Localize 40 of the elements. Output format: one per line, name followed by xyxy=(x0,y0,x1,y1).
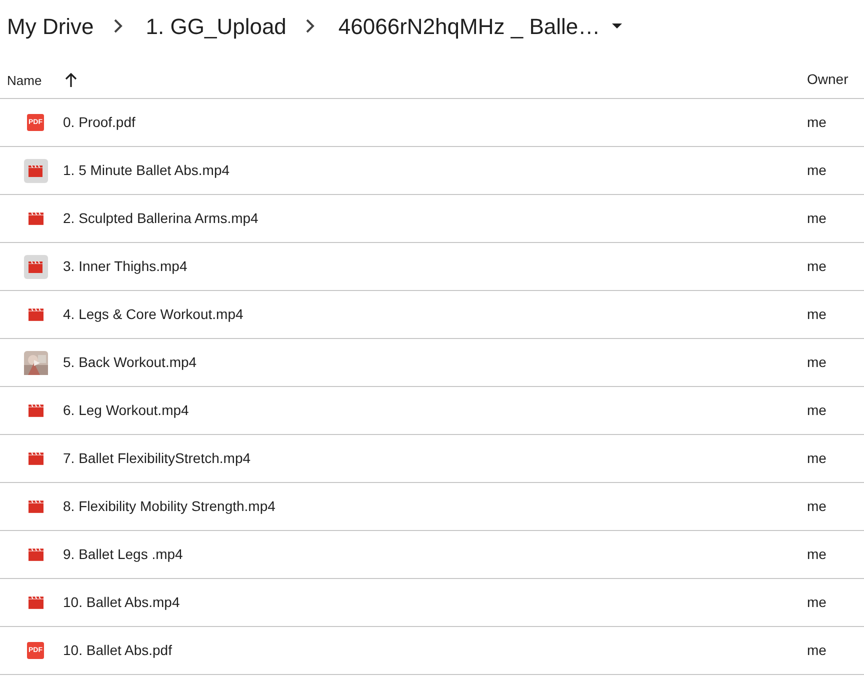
breadcrumb-link[interactable]: 1. GG_Upload xyxy=(146,10,286,42)
owner-text: me xyxy=(807,498,826,514)
file-name[interactable]: 9. Ballet Legs .mp4 xyxy=(63,546,183,562)
owner-text: me xyxy=(807,258,826,274)
breadcrumb-link[interactable]: My Drive xyxy=(7,10,94,42)
owner-text: me xyxy=(807,402,826,418)
owner-text: me xyxy=(807,450,826,466)
sort-up-arrow-icon[interactable] xyxy=(64,73,78,87)
video-thumbnail-icon xyxy=(24,158,48,182)
owner-text: me xyxy=(807,546,826,562)
owner-text: me xyxy=(807,162,826,178)
file-name[interactable]: 0. Proof.pdf xyxy=(63,114,136,130)
file-name[interactable]: 10. Ballet Abs.pdf xyxy=(63,642,172,658)
name-column-header[interactable]: Name xyxy=(7,70,42,90)
file-name[interactable]: 7. Ballet FlexibilityStretch.mp4 xyxy=(63,450,251,466)
owner-text: me xyxy=(807,210,826,226)
owner-text: me xyxy=(807,114,826,130)
file-name[interactable]: 1. 5 Minute Ballet Abs.mp4 xyxy=(63,162,230,178)
owner-column-header: Owner xyxy=(807,70,850,89)
video-icon xyxy=(26,211,44,226)
file-name[interactable]: 8. Flexibility Mobility Strength.mp4 xyxy=(63,498,276,514)
owner-text: me xyxy=(807,354,826,370)
owner-text: me xyxy=(807,306,826,322)
file-name[interactable]: 2. Sculpted Ballerina Arms.mp4 xyxy=(63,210,258,226)
video-icon xyxy=(26,307,44,322)
breadcrumb-link[interactable]: 46066rN2hqMHz _ Balle… xyxy=(338,10,600,42)
owner-text: me xyxy=(807,642,826,658)
video-icon xyxy=(26,547,44,562)
file-name[interactable]: 6. Leg Workout.mp4 xyxy=(63,402,189,418)
video-icon xyxy=(26,451,44,466)
owner-text: me xyxy=(807,594,826,610)
file-name[interactable]: 4. Legs & Core Workout.mp4 xyxy=(63,306,244,322)
dropdown-caret-icon[interactable] xyxy=(612,23,622,29)
video-icon xyxy=(26,499,44,514)
video-icon xyxy=(26,595,44,610)
file-name[interactable]: 10. Ballet Abs.mp4 xyxy=(63,594,180,610)
file-name[interactable]: 5. Back Workout.mp4 xyxy=(63,354,197,370)
video-icon xyxy=(26,403,44,418)
file-name[interactable]: 3. Inner Thighs.mp4 xyxy=(63,258,188,274)
video-thumbnail-icon xyxy=(24,254,48,278)
